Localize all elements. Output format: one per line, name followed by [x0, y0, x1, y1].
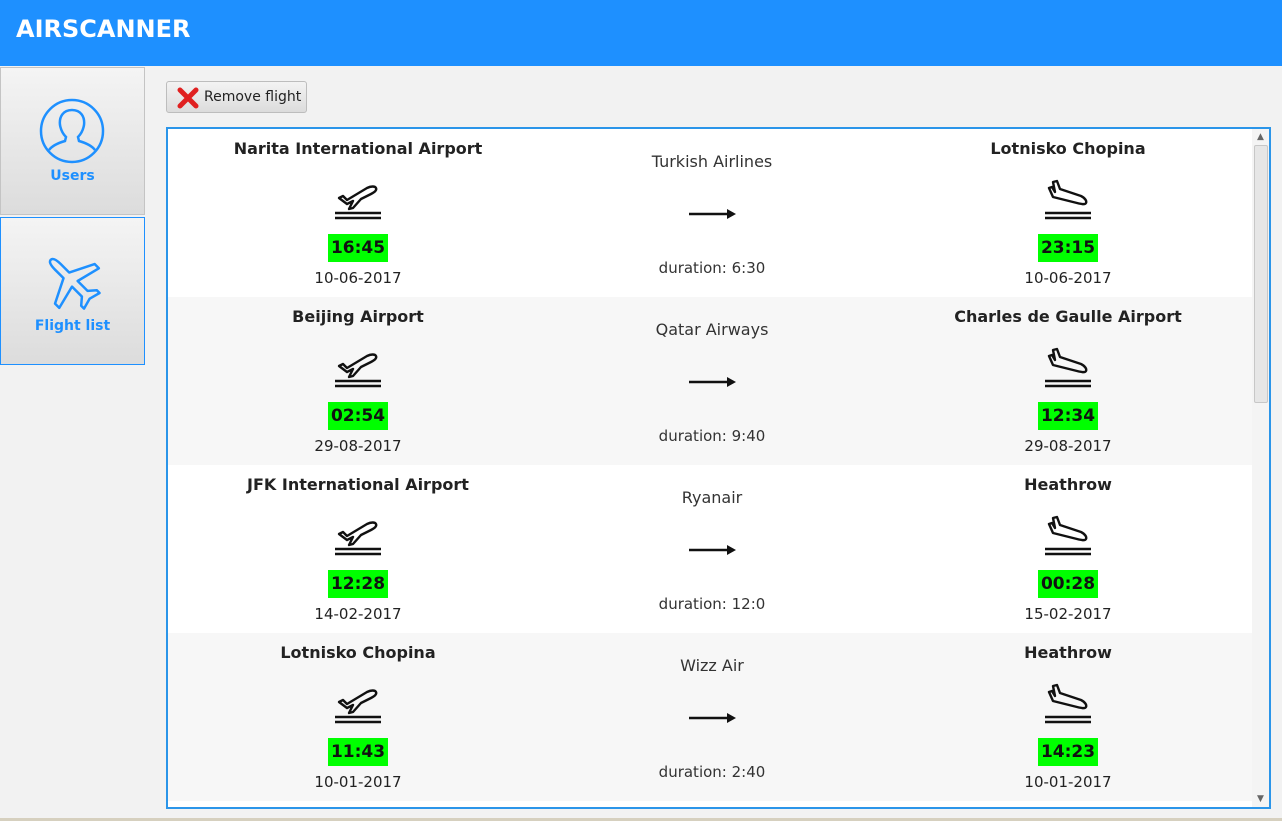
departure-info: Beijing Airport 02:54 29-08-2017	[208, 297, 508, 465]
user-icon	[39, 98, 105, 164]
remove-flight-button[interactable]: Remove flight	[166, 81, 307, 113]
flight-row[interactable]: Beijing Airport 02:54 29-08-2017 Qatar A…	[168, 297, 1252, 465]
nav-users-label: Users	[50, 168, 95, 184]
plane-takeoff-icon	[335, 353, 381, 388]
arrival-date: 10-06-2017	[1024, 269, 1112, 287]
scroll-up-icon[interactable]: ▲	[1252, 129, 1269, 145]
red-x-icon	[177, 87, 199, 109]
arrival-airport: Heathrow	[1024, 475, 1112, 494]
departure-date: 10-01-2017	[314, 773, 402, 791]
airline-name: Ryanair	[681, 488, 743, 507]
airline-name: Qatar Airways	[655, 320, 769, 339]
flight-row[interactable]: JFK International Airport 12:28 14-02-20…	[168, 465, 1252, 633]
list-scrollbar[interactable]: ▲ ▼	[1252, 129, 1269, 807]
departure-info: Narita International Airport 16:45 10-06…	[208, 129, 508, 297]
flight-route-info: Ryanair duration: 12:0	[612, 465, 812, 633]
departure-airport: Beijing Airport	[292, 307, 424, 326]
app-header: AIRSCANNER	[0, 0, 1282, 66]
arrival-info: Lotnisko Chopina 23:15 10-06-2017	[918, 129, 1218, 297]
flight-duration: duration: 6:30	[658, 259, 766, 277]
departure-time-badge: 11:43	[328, 738, 388, 766]
arrival-info: Heathrow 14:23 10-01-2017	[918, 633, 1218, 801]
arrow-right-icon	[689, 377, 736, 387]
arrow-right-icon	[689, 209, 736, 219]
departure-time-badge: 02:54	[328, 402, 388, 430]
departure-date: 10-06-2017	[314, 269, 402, 287]
flight-duration: duration: 2:40	[658, 763, 766, 781]
flight-list[interactable]: Narita International Airport 16:45 10-06…	[166, 127, 1271, 809]
departure-airport: Narita International Airport	[233, 139, 483, 158]
arrival-info: Heathrow 00:28 15-02-2017	[918, 465, 1218, 633]
departure-info: JFK International Airport 12:28 14-02-20…	[208, 465, 508, 633]
plane-takeoff-icon	[335, 689, 381, 724]
scroll-thumb[interactable]	[1254, 145, 1268, 403]
nav-users-button[interactable]: Users	[0, 67, 145, 215]
flight-row[interactable]: Narita International Airport 16:45 10-06…	[168, 129, 1252, 297]
arrival-time-badge: 14:23	[1038, 738, 1098, 766]
arrival-date: 10-01-2017	[1024, 773, 1112, 791]
plane-landing-icon	[1045, 683, 1091, 724]
scroll-down-icon[interactable]: ▼	[1252, 791, 1269, 807]
airline-name: Turkish Airlines	[651, 152, 773, 171]
departure-info: Lotnisko Chopina 11:43 10-01-2017	[208, 633, 508, 801]
arrival-time-badge: 12:34	[1038, 402, 1098, 430]
nav-flight-list-button[interactable]: Flight list	[0, 217, 145, 365]
flight-duration: duration: 12:0	[658, 595, 766, 613]
departure-airport: Lotnisko Chopina	[280, 643, 436, 662]
arrival-date: 29-08-2017	[1024, 437, 1112, 455]
arrival-airport: Lotnisko Chopina	[990, 139, 1146, 158]
nav-flight-list-label: Flight list	[34, 318, 111, 334]
plane-landing-icon	[1045, 347, 1091, 388]
arrival-date: 15-02-2017	[1024, 605, 1112, 623]
departure-time-badge: 12:28	[328, 570, 388, 598]
arrival-info: Charles de Gaulle Airport 12:34 29-08-20…	[918, 297, 1218, 465]
flight-route-info: Qatar Airways duration: 9:40	[612, 297, 812, 465]
remove-flight-label: Remove flight	[204, 89, 302, 105]
arrival-airport: Heathrow	[1024, 643, 1112, 662]
app-title: AIRSCANNER	[16, 15, 191, 43]
plane-landing-icon	[1045, 179, 1091, 220]
flight-duration: duration: 9:40	[658, 427, 766, 445]
plane-takeoff-icon	[335, 185, 381, 220]
departure-date: 29-08-2017	[314, 437, 402, 455]
airplane-icon	[48, 257, 101, 310]
departure-airport: JFK International Airport	[247, 475, 469, 494]
departure-time-badge: 16:45	[328, 234, 388, 262]
arrival-time-badge: 23:15	[1038, 234, 1098, 262]
plane-takeoff-icon	[335, 521, 381, 556]
arrival-airport: Charles de Gaulle Airport	[954, 307, 1182, 326]
airline-name: Wizz Air	[680, 656, 744, 675]
arrival-time-badge: 00:28	[1038, 570, 1098, 598]
flight-row[interactable]: Lotnisko Chopina 11:43 10-01-2017 Wizz A…	[168, 633, 1252, 801]
flight-route-info: Wizz Air duration: 2:40	[612, 633, 812, 801]
arrow-right-icon	[689, 545, 736, 555]
plane-landing-icon	[1045, 515, 1091, 556]
departure-date: 14-02-2017	[314, 605, 402, 623]
arrow-right-icon	[689, 713, 736, 723]
flight-route-info: Turkish Airlines duration: 6:30	[612, 129, 812, 297]
